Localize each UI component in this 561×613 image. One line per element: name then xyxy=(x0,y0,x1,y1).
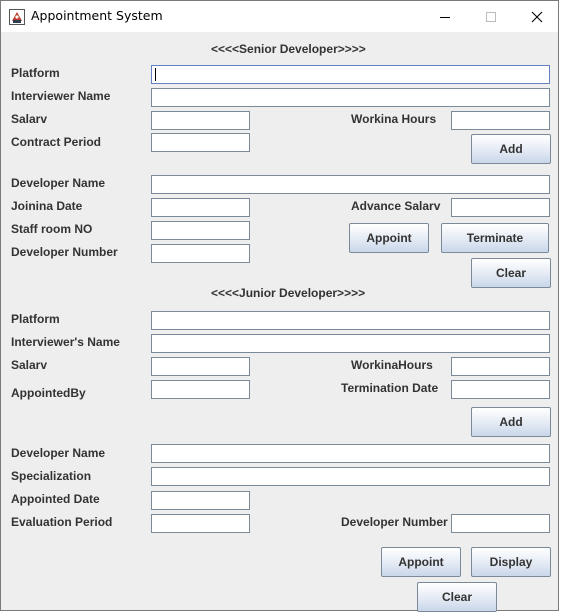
junior-appointed-date-input[interactable] xyxy=(151,491,250,510)
junior-evaluation-period-label: Evaluation Period xyxy=(11,515,113,529)
junior-display-button[interactable]: Display xyxy=(471,547,551,577)
senior-add-button[interactable]: Add xyxy=(471,134,551,164)
junior-developer-name-label: Developer Name xyxy=(11,446,106,460)
window-title: Appointment System xyxy=(31,8,163,23)
junior-appointed-by-input[interactable] xyxy=(151,380,250,399)
form-panel: <<<<Senior Developer>>>> Platform Interv… xyxy=(1,32,558,612)
junior-interviewers-name-label: Interviewer's Name xyxy=(11,335,120,349)
junior-appointed-by-label: AppointedBy xyxy=(11,386,86,400)
minimize-button[interactable] xyxy=(422,1,468,32)
senior-advance-salary-input[interactable] xyxy=(451,198,550,217)
app-window: Appointment System <<<<Senior Developer>… xyxy=(0,0,559,612)
junior-evaluation-period-input[interactable] xyxy=(151,514,250,533)
senior-terminate-button[interactable]: Terminate xyxy=(441,223,549,253)
maximize-icon xyxy=(486,11,496,22)
close-icon xyxy=(531,11,543,22)
senior-developer-header: <<<<Senior Developer>>>> xyxy=(211,42,366,56)
senior-developer-name-input[interactable] xyxy=(151,175,550,194)
senior-clear-button[interactable]: Clear xyxy=(471,258,551,288)
senior-contract-period-input[interactable] xyxy=(151,133,250,152)
senior-contract-period-label: Contract Period xyxy=(11,135,102,149)
minimize-icon xyxy=(440,16,450,18)
junior-salary-input[interactable] xyxy=(151,357,250,376)
senior-working-hours-input[interactable] xyxy=(451,111,550,130)
senior-interviewer-name-input[interactable] xyxy=(151,88,550,107)
junior-salary-label: Salarv xyxy=(11,358,48,372)
junior-platform-label: Platform xyxy=(11,312,60,326)
java-app-icon xyxy=(9,9,25,25)
junior-add-button[interactable]: Add xyxy=(471,407,551,437)
senior-platform-input[interactable] xyxy=(151,65,550,84)
junior-working-hours-label: WorkinaHours xyxy=(351,358,433,372)
junior-developer-header: <<<<Junior Developer>>>> xyxy=(211,286,366,300)
senior-developer-number-input[interactable] xyxy=(151,244,250,263)
senior-joining-date-input[interactable] xyxy=(151,198,250,217)
senior-working-hours-label: Workina Hours xyxy=(351,112,437,126)
senior-salary-input[interactable] xyxy=(151,111,250,130)
junior-termination-date-label: Termination Date xyxy=(341,381,439,395)
junior-working-hours-input[interactable] xyxy=(451,357,550,376)
close-button[interactable] xyxy=(514,1,560,32)
junior-interviewers-name-input[interactable] xyxy=(151,334,550,353)
senior-appoint-button[interactable]: Appoint xyxy=(349,223,429,253)
senior-developer-name-label: Developer Name xyxy=(11,176,106,190)
senior-interviewer-name-label: Interviewer Name xyxy=(11,89,111,103)
junior-specialization-label: Specialization xyxy=(11,469,92,483)
junior-developer-number-label: Developer Number xyxy=(341,515,448,529)
junior-clear-button[interactable]: Clear xyxy=(417,582,497,612)
senior-developer-number-label: Developer Number xyxy=(11,245,118,259)
maximize-button[interactable] xyxy=(468,1,514,32)
junior-specialization-input[interactable] xyxy=(151,467,550,486)
senior-staff-room-input[interactable] xyxy=(151,221,250,240)
junior-developer-name-input[interactable] xyxy=(151,444,550,463)
junior-developer-number-input[interactable] xyxy=(451,514,550,533)
senior-staff-room-label: Staff room NO xyxy=(11,222,93,236)
junior-platform-input[interactable] xyxy=(151,311,550,330)
senior-salary-label: Salarv xyxy=(11,112,48,126)
junior-termination-date-input[interactable] xyxy=(451,380,550,399)
junior-appoint-button[interactable]: Appoint xyxy=(381,547,461,577)
senior-platform-label: Platform xyxy=(11,66,60,80)
text-caret xyxy=(155,68,156,81)
title-bar: Appointment System xyxy=(1,1,558,32)
junior-appointed-date-label: Appointed Date xyxy=(11,492,100,506)
senior-joining-date-label: Joinina Date xyxy=(11,199,83,213)
senior-advance-salary-label: Advance Salarv xyxy=(351,199,441,213)
